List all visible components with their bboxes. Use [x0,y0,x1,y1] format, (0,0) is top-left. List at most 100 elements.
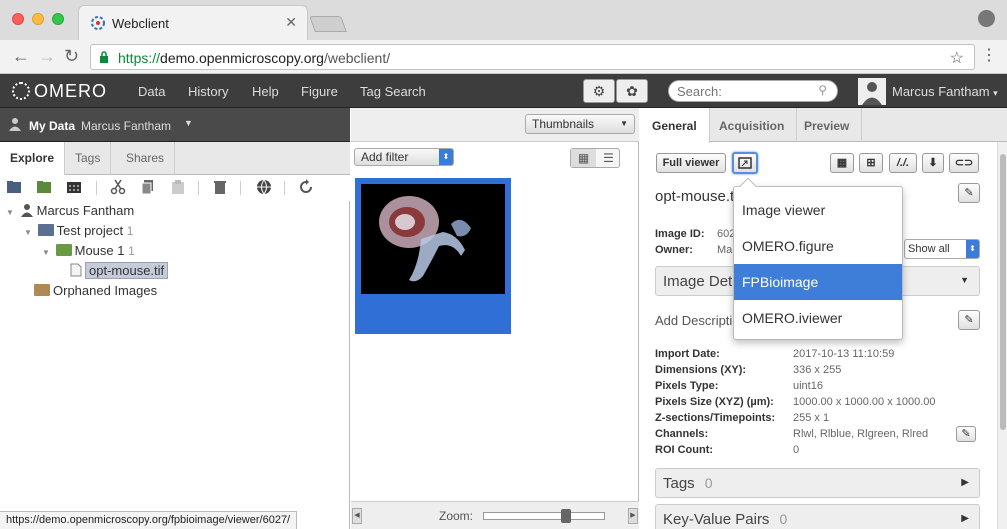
nav-figure[interactable]: Figure [301,84,338,99]
caret-down-icon: ▼ [960,275,969,285]
link-icon[interactable]: ⊂⊃ [949,153,979,173]
search-icon[interactable]: ⚲ [818,83,827,97]
view-mode-select[interactable]: Thumbnails ▼ [525,114,635,134]
url-field[interactable]: https://demo.openmicroscopy.org/webclien… [90,44,975,70]
list-view-icon[interactable]: ☰ [596,149,621,167]
toolbar-divider [240,181,241,195]
user-menu[interactable]: Marcus Fantham ▾ [892,84,998,99]
search-input[interactable] [677,84,807,99]
tree-node-orphaned[interactable]: Orphaned Images [34,283,157,303]
download-icon[interactable]: ⬇ [922,153,944,173]
zoom-slider[interactable] [483,509,605,523]
tab-acquisition[interactable]: Acquisition [707,108,798,142]
tab-shares[interactable]: Shares [116,142,176,175]
caret-down-icon[interactable]: ▼ [42,248,52,257]
tab-general[interactable]: General [640,108,710,143]
scroll-left-icon[interactable]: ◀ [352,508,362,524]
hierarchy-icon[interactable]: ⊞ [859,153,883,173]
new-tab-button[interactable] [309,16,347,32]
tree-label: Marcus Fantham [36,203,135,218]
tree-node-image[interactable]: opt-mouse.tif [70,262,169,283]
tree-label: Mouse 1 [74,243,125,258]
browser-menu-icon[interactable]: ⋮ [981,48,997,64]
forward-arrow-icon[interactable]: → [38,46,56,66]
nav-tag-search[interactable]: Tag Search [360,84,426,99]
info-value: 255 x 1 [793,412,830,424]
chevron-down-icon: ▾ [993,88,998,98]
minimize-window-button[interactable] [32,13,44,25]
new-dataset-icon[interactable] [36,179,52,195]
menu-item-omero-figure[interactable]: OMERO.figure [734,228,902,264]
caret-down-icon[interactable]: ▼ [24,228,34,237]
refresh-icon[interactable] [298,179,314,195]
tree-node-project[interactable]: ▼ Test project 1 [24,223,133,243]
grid-icon[interactable]: ▦ [830,153,854,173]
tab-tags[interactable]: Tags [65,142,112,175]
info-row: Dimensions (XY): 336 x 255 [655,364,975,380]
info-key: Z-sections/Timepoints: [655,412,776,424]
rois-icon[interactable]: /./. [889,153,917,173]
zoom-slider-handle[interactable] [561,509,571,523]
caret-down-icon[interactable]: ▼ [6,208,16,217]
edit-channels-icon[interactable]: ✎ [956,426,976,442]
new-project-icon[interactable] [6,179,22,195]
maximize-window-button[interactable] [52,13,64,25]
apps-icon[interactable]: ✿ [616,79,648,103]
show-all-select[interactable]: Show all ⬍ [904,239,980,259]
globe-icon[interactable] [256,179,272,195]
grid-view-icon[interactable]: ▦ [571,149,596,167]
tab-preview[interactable]: Preview [792,108,863,142]
scroll-right-icon[interactable]: ▶ [628,508,638,524]
tree-node-dataset[interactable]: ▼ Mouse 1 1 [42,243,135,263]
nav-help[interactable]: Help [252,84,279,99]
nav-history[interactable]: History [188,84,228,99]
right-panel-scrollbar[interactable] [997,142,1007,529]
menu-item-omero-iviewer[interactable]: OMERO.iviewer [734,300,902,336]
nav-data[interactable]: Data [138,84,165,99]
caret-down-icon[interactable]: ▼ [184,118,193,128]
add-filter-label: Add filter [361,150,409,164]
caret-down-icon: ▼ [620,119,628,128]
edit-description-icon[interactable]: ✎ [958,310,980,330]
new-screen-icon[interactable] [66,179,82,195]
cut-icon[interactable] [110,179,126,195]
owner-value: Ma [717,244,733,256]
tab-close-icon[interactable]: ✕ [285,14,297,31]
close-window-button[interactable] [12,13,24,25]
omero-logo-icon [12,82,30,100]
add-description-label[interactable]: Add Descripti [655,313,732,328]
omero-logo[interactable]: OMERO [12,81,107,102]
edit-name-icon[interactable]: ✎ [958,183,980,203]
reload-icon[interactable]: ↻ [64,46,79,66]
back-arrow-icon[interactable]: ← [12,46,30,66]
open-with-button[interactable] [732,152,758,174]
tree-label: Orphaned Images [53,283,158,298]
tab-explore[interactable]: Explore [0,142,66,176]
tags-label: Tags [663,475,695,492]
menu-item-fpbioimage[interactable]: FPBioimage [734,264,902,300]
tree-toolbar [0,175,350,201]
info-row: ROI Count: 0 [655,444,975,460]
add-filter-select[interactable]: Add filter ⬍ [354,148,454,166]
scrollbar-thumb[interactable] [1000,154,1006,430]
avatar[interactable] [858,78,886,105]
tree-node-user[interactable]: ▼ Marcus Fantham [6,203,134,223]
search-field[interactable]: ⚲ [668,80,838,102]
profile-icon[interactable] [978,10,995,27]
menu-item-image-viewer[interactable]: Image viewer [734,192,902,228]
open-with-icon [738,157,752,169]
paste-icon[interactable] [170,179,186,195]
bookmark-star-icon[interactable]: ☆ [950,48,964,68]
delete-icon[interactable] [212,179,228,195]
image-thumbnail[interactable] [355,178,511,334]
logo-text: OMERO [34,81,108,101]
my-data-bar[interactable]: My Data Marcus Fantham ▼ [0,108,350,142]
copy-icon[interactable] [140,179,156,195]
info-row: Z-sections/Timepoints: 255 x 1 [655,412,975,428]
tags-panel[interactable]: Tags 0 ▶ [655,468,980,498]
browser-tab[interactable]: Webclient ✕ [78,5,308,40]
scripts-gear-icon[interactable]: ⚙ [583,79,615,103]
omero-top-bar: OMERO Data History Help Figure Tag Searc… [0,74,1007,108]
key-value-pairs-panel[interactable]: Key-Value Pairs 0 ▶ [655,504,980,529]
full-viewer-button[interactable]: Full viewer [656,153,726,173]
